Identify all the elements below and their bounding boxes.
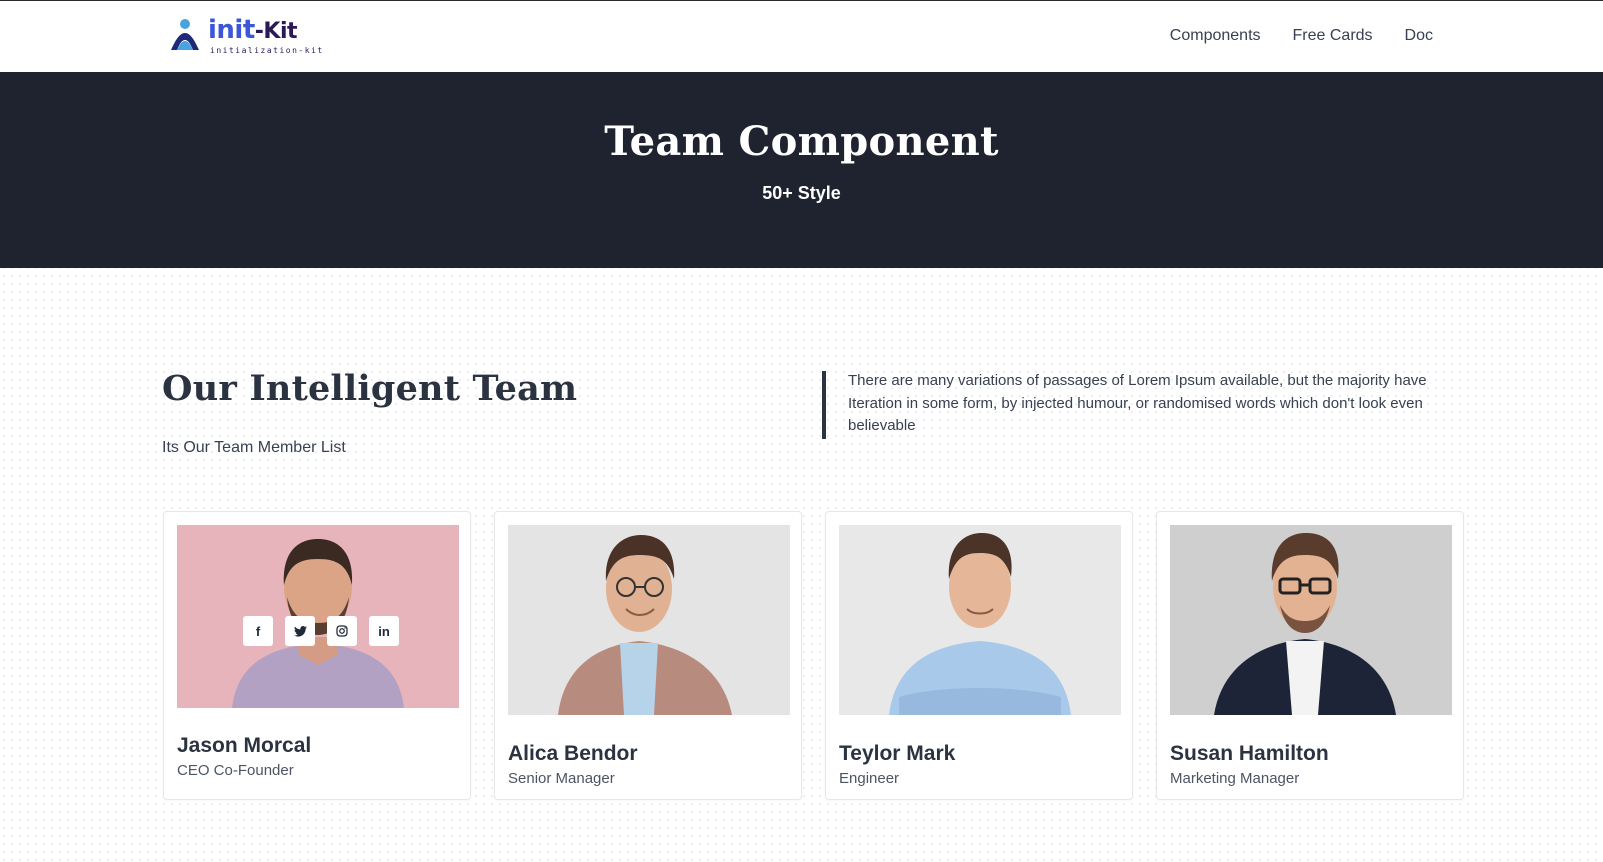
member-name: Susan Hamilton <box>1170 742 1329 765</box>
member-photo <box>508 525 790 715</box>
member-role: Engineer <box>839 770 900 787</box>
twitter-icon[interactable] <box>285 616 315 646</box>
logo-wordmark: init-Kit initialization-kit <box>208 13 322 59</box>
team-card-susan[interactable]: Susan Hamilton Marketing Manager <box>1156 511 1464 800</box>
linkedin-icon[interactable]: in <box>369 616 399 646</box>
logo-main-text: init <box>208 15 255 45</box>
member-role: Senior Manager <box>508 770 615 787</box>
logo-tagline: initialization-kit <box>210 46 324 55</box>
team-card-jason[interactable]: f in Jason Morcal CEO Co-Founder <box>163 511 471 800</box>
top-navbar: init-Kit initialization-kit Components F… <box>0 0 1603 72</box>
section-title: Our Intelligent Team <box>162 368 578 409</box>
hero-subtitle: 50+ Style <box>762 183 841 203</box>
main-nav: Components Free Cards Doc <box>1170 27 1433 45</box>
member-photo <box>839 525 1121 715</box>
facebook-icon[interactable]: f <box>243 616 273 646</box>
section-subtitle: Its Our Team Member List <box>162 439 346 456</box>
section-description-text: There are many variations of passages of… <box>848 372 1427 434</box>
nav-link-components[interactable]: Components <box>1170 27 1261 45</box>
nav-link-doc[interactable]: Doc <box>1405 27 1433 45</box>
member-portrait <box>508 525 790 715</box>
member-portrait <box>839 525 1121 715</box>
team-card-teylor[interactable]: Teylor Mark Engineer <box>825 511 1133 800</box>
member-photo <box>1170 525 1452 715</box>
logo-person-icon <box>171 19 199 50</box>
social-links: f in <box>243 616 399 646</box>
team-card-alica[interactable]: Alica Bendor Senior Manager <box>494 511 802 800</box>
member-role: Marketing Manager <box>1170 770 1300 787</box>
instagram-icon[interactable] <box>327 616 357 646</box>
member-name: Teylor Mark <box>839 742 956 765</box>
section-description: There are many variations of passages of… <box>822 371 1462 439</box>
member-role: CEO Co-Founder <box>177 762 294 779</box>
member-name: Alica Bendor <box>508 742 638 765</box>
logo-accent-text: -Kit <box>254 19 298 44</box>
member-name: Jason Morcal <box>177 734 312 757</box>
hero-banner: Team Component 50+ Style <box>0 72 1603 268</box>
member-portrait <box>1170 525 1452 715</box>
hero-title: Team Component <box>604 118 999 165</box>
brand-logo[interactable]: init-Kit initialization-kit <box>168 13 322 59</box>
nav-link-free-cards[interactable]: Free Cards <box>1293 27 1373 45</box>
member-photo: f in <box>177 525 459 708</box>
